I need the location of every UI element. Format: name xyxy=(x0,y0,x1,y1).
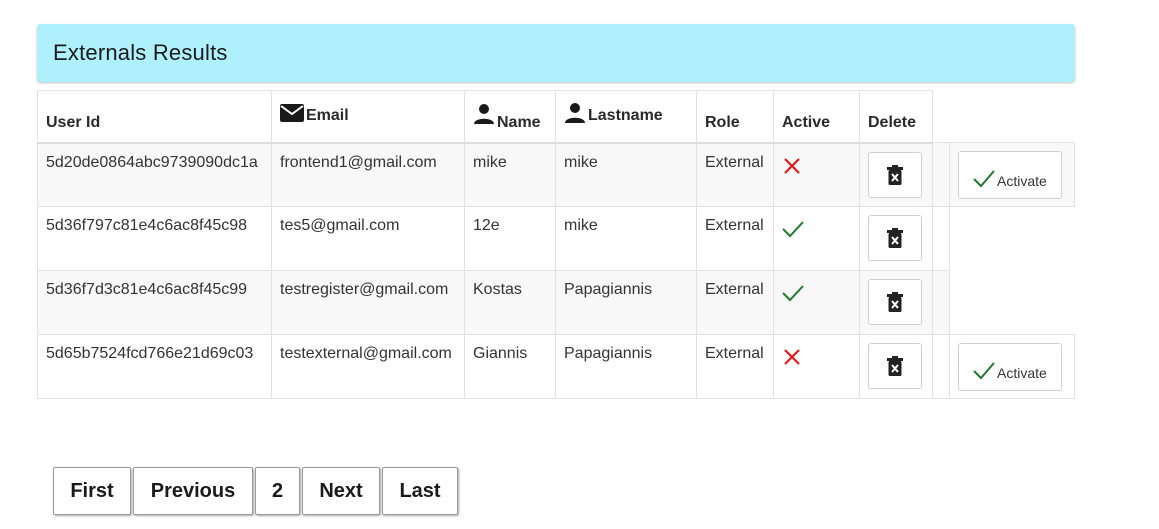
trash-icon xyxy=(887,164,903,185)
cell-lastname: mike xyxy=(555,206,697,271)
page-title: Externals Results xyxy=(53,40,228,65)
column-header-active: Active xyxy=(773,90,860,144)
check-icon xyxy=(973,170,995,188)
column-header-lastname: Lastname xyxy=(555,90,697,144)
cell-delete xyxy=(859,142,933,207)
cell-name: Giannis xyxy=(464,334,556,399)
cell-lastname: Papagiannis xyxy=(555,270,697,335)
cell-name: mike xyxy=(464,142,556,207)
cell-delete xyxy=(859,270,933,335)
cell-role: External xyxy=(696,206,774,271)
cell-lastname: Papagiannis xyxy=(555,334,697,399)
cell-user-id: 5d65b7524fcd766e21d69c03 xyxy=(37,334,272,399)
table-row: 5d36f797c81e4c6ac8f45c98 tes5@gmail.com … xyxy=(37,206,1075,271)
column-header-email: Email xyxy=(271,90,465,144)
column-header-spacer xyxy=(932,90,950,143)
cell-active xyxy=(773,270,860,335)
cell-email: testregister@gmail.com xyxy=(271,270,465,335)
cell-spacer xyxy=(932,334,950,399)
column-header-name: Name xyxy=(464,90,556,144)
cell-spacer xyxy=(932,270,950,335)
trash-icon xyxy=(887,356,903,376)
last-page-button[interactable]: Last xyxy=(382,467,458,515)
cell-delete xyxy=(859,334,933,399)
cell-user-id: 5d36f797c81e4c6ac8f45c98 xyxy=(37,206,272,271)
column-header-role: Role xyxy=(696,90,774,144)
trash-icon xyxy=(887,228,903,248)
cell-activate-empty xyxy=(949,270,1075,335)
cell-spacer xyxy=(932,142,950,207)
cell-lastname: mike xyxy=(555,142,697,207)
cell-user-id: 5d36f7d3c81e4c6ac8f45c99 xyxy=(37,270,272,335)
cell-role: External xyxy=(696,142,774,207)
results-header: Externals Results xyxy=(37,24,1075,82)
activate-button[interactable]: Activate xyxy=(958,151,1062,199)
table-row: 5d65b7524fcd766e21d69c03 testexternal@gm… xyxy=(37,334,1075,399)
table-row: 5d36f7d3c81e4c6ac8f45c99 testregister@gm… xyxy=(37,270,1075,335)
trash-icon xyxy=(887,292,903,312)
person-icon xyxy=(564,102,586,128)
activate-label: Activate xyxy=(997,173,1047,189)
table-row: 5d20de0864abc9739090dc1a frontend1@gmail… xyxy=(37,142,1075,207)
delete-button[interactable] xyxy=(868,151,922,198)
inactive-x-icon xyxy=(784,157,800,174)
cell-active xyxy=(773,142,860,207)
cell-activate: Activate xyxy=(949,334,1075,399)
mail-icon xyxy=(280,103,304,128)
column-header-user-id: User Id xyxy=(37,90,272,144)
previous-page-button[interactable]: Previous xyxy=(133,467,253,515)
cell-delete xyxy=(859,206,933,271)
cell-role: External xyxy=(696,270,774,335)
table-header-row: User Id Email Name Lastname Role Active … xyxy=(37,90,1075,144)
cell-user-id: 5d20de0864abc9739090dc1a xyxy=(37,142,272,207)
cell-activate-empty xyxy=(949,206,1075,271)
cell-email: frontend1@gmail.com xyxy=(271,142,465,207)
delete-button[interactable] xyxy=(868,343,922,389)
delete-button[interactable] xyxy=(868,215,922,261)
current-page-button[interactable]: 2 xyxy=(255,467,300,515)
cell-role: External xyxy=(696,334,774,399)
cell-email: testexternal@gmail.com xyxy=(271,334,465,399)
cell-active xyxy=(773,206,860,271)
active-check-icon xyxy=(782,221,804,238)
activate-button[interactable]: Activate xyxy=(958,343,1062,391)
inactive-x-icon xyxy=(784,349,800,365)
person-icon xyxy=(473,103,495,129)
cell-active xyxy=(773,334,860,399)
check-icon xyxy=(973,362,995,380)
cell-spacer xyxy=(932,206,950,271)
column-header-activate xyxy=(949,90,1075,143)
next-page-button[interactable]: Next xyxy=(302,467,380,515)
delete-button[interactable] xyxy=(868,279,922,325)
column-header-delete: Delete xyxy=(859,90,933,144)
pagination: First Previous 2 Next Last xyxy=(53,467,458,515)
externals-table: User Id Email Name Lastname Role Active … xyxy=(37,90,1075,399)
cell-name: 12e xyxy=(464,206,556,271)
active-check-icon xyxy=(782,285,804,302)
cell-name: Kostas xyxy=(464,270,556,335)
cell-email: tes5@gmail.com xyxy=(271,206,465,271)
activate-label: Activate xyxy=(997,365,1047,381)
cell-activate: Activate xyxy=(949,142,1075,207)
first-page-button[interactable]: First xyxy=(53,467,131,515)
